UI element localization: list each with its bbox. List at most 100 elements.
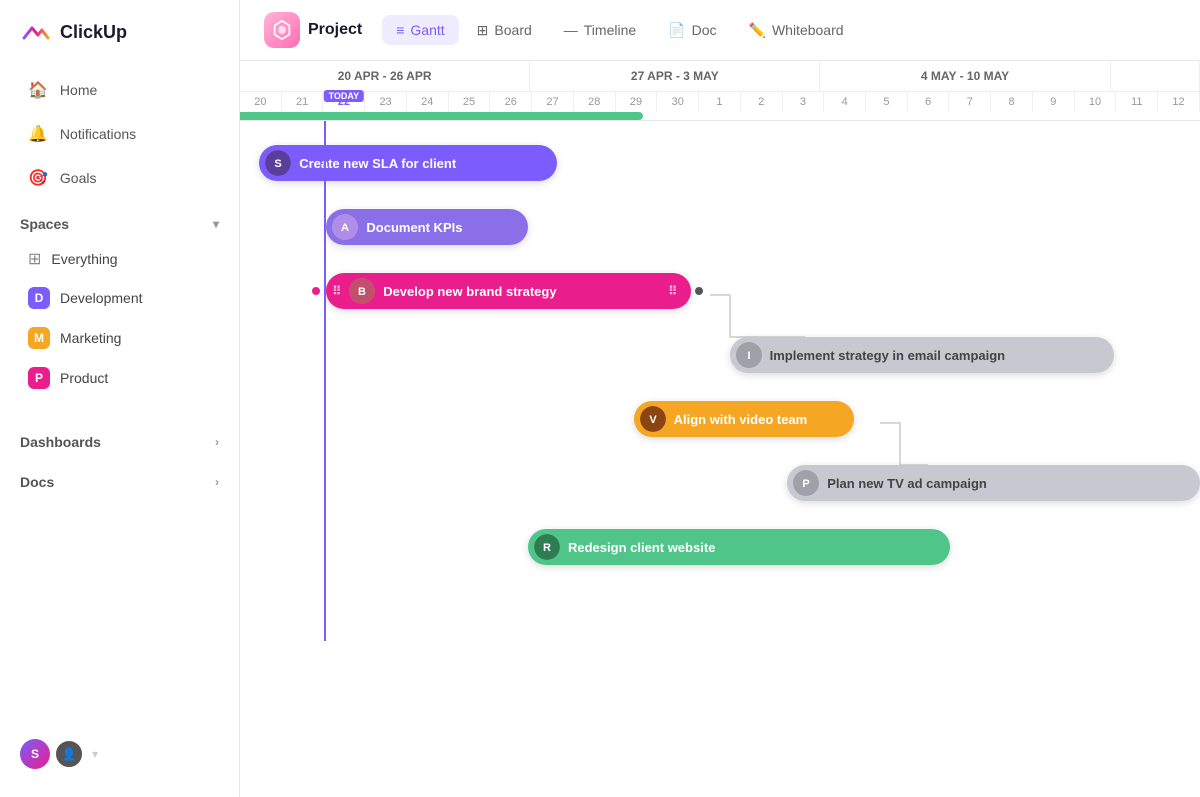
day-cell-29: 29 bbox=[616, 92, 658, 112]
development-badge: D bbox=[28, 287, 50, 309]
sidebar-item-marketing[interactable]: M Marketing bbox=[8, 319, 231, 357]
avatar-website: R bbox=[534, 534, 560, 560]
sidebar-item-product-label: Product bbox=[60, 370, 108, 386]
brand-right-connector bbox=[695, 287, 703, 295]
sidebar-footer: S 👤 ▾ bbox=[0, 727, 239, 781]
avatar-dropdown-icon[interactable]: ▾ bbox=[92, 747, 98, 761]
spaces-section-header[interactable]: Spaces ▾ bbox=[0, 200, 239, 240]
bar-tv-label: Plan new TV ad campaign bbox=[827, 476, 987, 491]
gantt-bar-email[interactable]: I Implement strategy in email campaign bbox=[730, 337, 1114, 373]
period-apr20: 20 APR - 26 APR bbox=[240, 61, 530, 91]
gantt-bar-sla[interactable]: S Create new SLA for client bbox=[259, 145, 557, 181]
drag-handle-brand-right[interactable]: ⠿ bbox=[668, 284, 677, 298]
day-cell-22: TODAY22 bbox=[323, 92, 365, 112]
project-icon bbox=[264, 12, 300, 48]
tab-doc-label: Doc bbox=[692, 22, 717, 38]
day-cell-28: 28 bbox=[574, 92, 616, 112]
day-cell-24: 24 bbox=[407, 92, 449, 112]
avatar-brand: B bbox=[349, 278, 375, 304]
sidebar-item-everything-label: Everything bbox=[51, 251, 117, 267]
day-cell-23: 23 bbox=[365, 92, 407, 112]
gantt-progress-bar bbox=[240, 112, 1200, 120]
avatar-video: V bbox=[640, 406, 666, 432]
tab-board[interactable]: ⊞ Board bbox=[463, 15, 546, 46]
tab-doc[interactable]: 📄 Doc bbox=[654, 15, 730, 46]
tab-gantt-label: Gantt bbox=[410, 22, 444, 38]
avatar-kpis: A bbox=[332, 214, 358, 240]
day-cell-26: 26 bbox=[490, 92, 532, 112]
goals-icon: 🎯 bbox=[28, 168, 48, 188]
sidebar-item-product[interactable]: P Product bbox=[8, 359, 231, 397]
gantt-bar-website[interactable]: R Redesign client website bbox=[528, 529, 950, 565]
sidebar-item-home-label: Home bbox=[60, 82, 97, 98]
gantt-bar-tv[interactable]: P Plan new TV ad campaign bbox=[787, 465, 1200, 501]
gantt-row-sla: S Create new SLA for client bbox=[240, 131, 1200, 195]
svg-text:I: I bbox=[747, 350, 750, 362]
drag-handle-brand-left[interactable]: ⠿ bbox=[332, 284, 341, 298]
sidebar-item-goals[interactable]: 🎯 Goals bbox=[8, 158, 231, 198]
tab-whiteboard[interactable]: ✏️ Whiteboard bbox=[735, 15, 858, 46]
bar-video-label: Align with video team bbox=[674, 412, 808, 427]
main-content: Project ≡ Gantt ⊞ Board — Timeline 📄 Doc… bbox=[240, 0, 1200, 797]
gantt-bar-video[interactable]: V Align with video team bbox=[634, 401, 855, 437]
day-cell-21: 21 bbox=[282, 92, 324, 112]
sidebar-item-home[interactable]: 🏠 Home bbox=[8, 70, 231, 110]
connector-dot-left bbox=[312, 287, 320, 295]
day-cell-25: 25 bbox=[449, 92, 491, 112]
bar-brand-label: Develop new brand strategy bbox=[383, 284, 556, 299]
period-extra bbox=[1111, 61, 1200, 91]
day-cell-5: 5 bbox=[866, 92, 908, 112]
svg-text:A: A bbox=[341, 222, 349, 234]
day-cell-3: 3 bbox=[783, 92, 825, 112]
gantt-body: S Create new SLA for client A Document K… bbox=[240, 121, 1200, 641]
marketing-badge: M bbox=[28, 327, 50, 349]
day-cell-30: 30 bbox=[657, 92, 699, 112]
sidebar-item-marketing-label: Marketing bbox=[60, 330, 121, 346]
day-cell-2: 2 bbox=[741, 92, 783, 112]
timeline-icon: — bbox=[564, 22, 578, 38]
day-cell-1: 1 bbox=[699, 92, 741, 112]
svg-text:S: S bbox=[275, 158, 282, 170]
day-cell-9: 9 bbox=[1033, 92, 1075, 112]
tab-whiteboard-label: Whiteboard bbox=[772, 22, 844, 38]
gantt-bar-kpis[interactable]: A Document KPIs bbox=[326, 209, 528, 245]
gantt-header: 20 APR - 26 APR 27 APR - 3 MAY 4 MAY - 1… bbox=[240, 61, 1200, 121]
sidebar-item-development[interactable]: D Development bbox=[8, 279, 231, 317]
board-icon: ⊞ bbox=[477, 22, 489, 39]
gantt-row-tv: P Plan new TV ad campaign bbox=[240, 451, 1200, 515]
today-label: TODAY bbox=[324, 90, 365, 102]
connector-dot-right bbox=[695, 287, 703, 295]
avatar-user: 👤 bbox=[54, 739, 84, 769]
chevron-down-icon: ▾ bbox=[213, 217, 219, 231]
tab-gantt[interactable]: ≡ Gantt bbox=[382, 15, 458, 45]
logo: ClickUp bbox=[0, 16, 239, 68]
day-cell-20: 20 bbox=[240, 92, 282, 112]
avatar-sla: S bbox=[265, 150, 291, 176]
avatar-email: I bbox=[736, 342, 762, 368]
product-badge: P bbox=[28, 367, 50, 389]
avatar-s: S bbox=[20, 739, 50, 769]
sidebar-item-notifications[interactable]: 🔔 Notifications bbox=[8, 114, 231, 154]
avatar-group: S 👤 bbox=[20, 739, 84, 769]
gantt-chart[interactable]: 20 APR - 26 APR 27 APR - 3 MAY 4 MAY - 1… bbox=[240, 61, 1200, 797]
tab-board-label: Board bbox=[494, 22, 531, 38]
sidebar-item-everything[interactable]: ⊞ Everything bbox=[8, 241, 231, 277]
period-apr27: 27 APR - 3 MAY bbox=[530, 61, 820, 91]
gantt-day-row: 2021TODAY2223242526272829301234567891011… bbox=[240, 92, 1200, 112]
avatar-tv: P bbox=[793, 470, 819, 496]
tab-timeline[interactable]: — Timeline bbox=[550, 15, 650, 45]
gantt-row-website: R Redesign client website bbox=[240, 515, 1200, 579]
sidebar-item-goals-label: Goals bbox=[60, 170, 97, 186]
day-cell-6: 6 bbox=[908, 92, 950, 112]
period-may4: 4 MAY - 10 MAY bbox=[820, 61, 1110, 91]
svg-text:V: V bbox=[649, 414, 657, 426]
sidebar-item-development-label: Development bbox=[60, 290, 143, 306]
docs-section-header[interactable]: Docs › bbox=[0, 458, 239, 498]
logo-text: ClickUp bbox=[60, 22, 127, 43]
dashboards-section-header[interactable]: Dashboards › bbox=[0, 418, 239, 458]
svg-text:R: R bbox=[543, 542, 551, 554]
sidebar: ClickUp 🏠 Home 🔔 Notifications 🎯 Goals S… bbox=[0, 0, 240, 797]
tab-timeline-label: Timeline bbox=[584, 22, 636, 38]
day-cell-11: 11 bbox=[1116, 92, 1158, 112]
gantt-bar-brand[interactable]: ⠿ B Develop new brand strategy ⠿ bbox=[326, 273, 691, 309]
